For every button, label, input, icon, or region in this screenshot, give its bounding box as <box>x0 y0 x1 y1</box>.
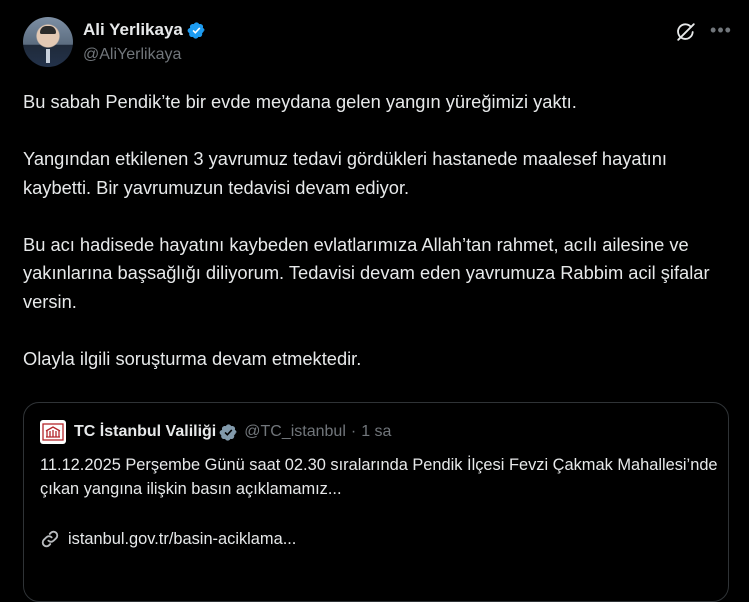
tweet-paragraph-4: Olayla ilgili soruşturma devam etmektedi… <box>23 347 362 369</box>
quoted-tweet-header: TC İstanbul Valiliği @TC_istanbul · 1 sa <box>40 419 391 445</box>
quoted-tweet-time[interactable]: 1 sa <box>361 423 391 441</box>
tweet-paragraph-1: Bu sabah Pendik’te bir evde meydana gele… <box>23 91 577 112</box>
verified-badge-icon[interactable] <box>187 21 206 40</box>
quoted-tweet-link-text[interactable]: istanbul.gov.tr/basin-aciklama... <box>68 530 296 549</box>
more-options-icon[interactable]: ••• <box>709 19 733 41</box>
link-icon <box>41 530 59 548</box>
author-handle[interactable]: @AliYerlikaya <box>83 46 181 64</box>
author-name-row: Ali Yerlikaya <box>83 19 206 41</box>
tweet-header: Ali Yerlikaya @AliYerlikaya ••• <box>23 15 733 71</box>
tweet-paragraph-3: Bu acı hadisede hayatını kaybeden evlatl… <box>23 233 710 312</box>
tweet-paragraph-2: Yangından etkilenen 3 yavrumuz tedavi gö… <box>23 148 667 198</box>
separator-dot: · <box>350 423 357 440</box>
author-name[interactable]: Ali Yerlikaya <box>83 20 183 40</box>
istanbul-governorship-logo-icon <box>42 423 64 441</box>
grok-icon[interactable] <box>675 21 697 43</box>
quoted-tweet-text: 11.12.2025 Perşembe Günü saat 02.30 sıra… <box>40 456 718 498</box>
verified-badge-icon[interactable] <box>219 423 238 442</box>
quoted-tweet[interactable]: TC İstanbul Valiliği @TC_istanbul · 1 sa… <box>23 402 729 602</box>
author-avatar[interactable] <box>23 17 73 67</box>
quoted-author-avatar[interactable] <box>40 420 66 444</box>
quoted-author-name[interactable]: TC İstanbul Valiliği <box>74 423 216 441</box>
quoted-tweet-link[interactable]: istanbul.gov.tr/basin-aciklama... <box>40 529 296 549</box>
tweet-body: Bu sabah Pendik’te bir evde meydana gele… <box>23 88 723 373</box>
quoted-author-handle[interactable]: @TC_istanbul <box>244 423 346 441</box>
